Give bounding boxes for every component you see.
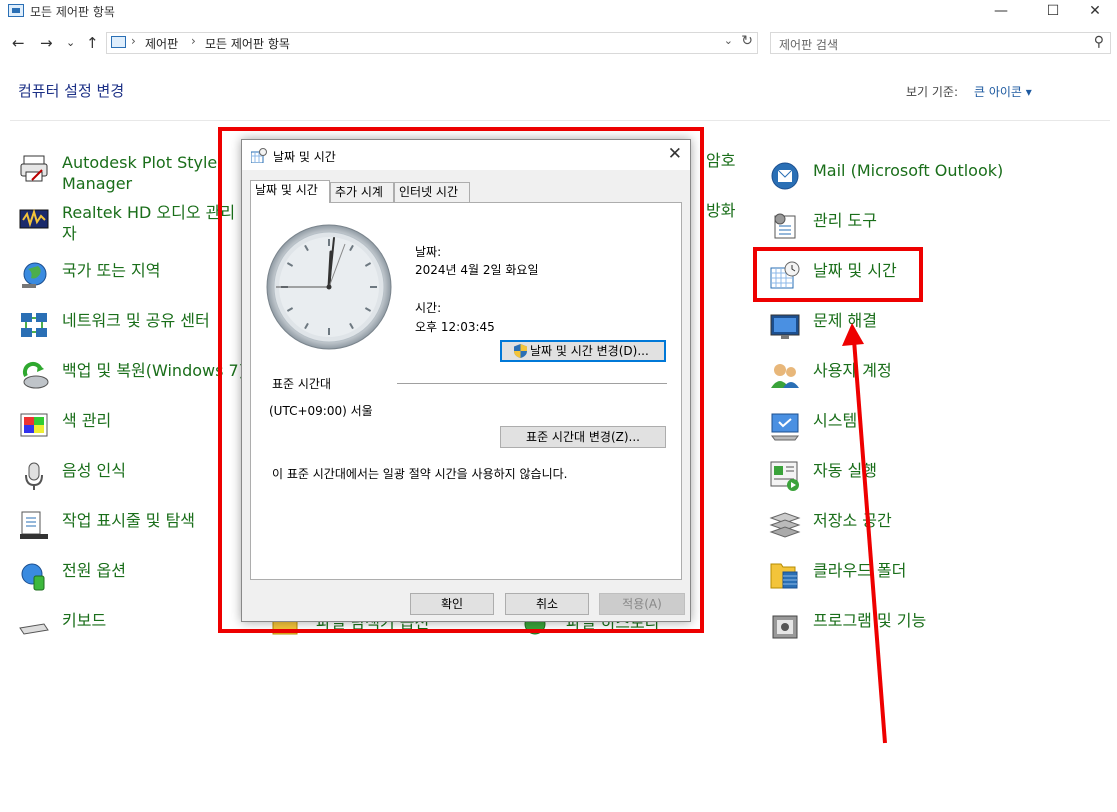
search-box[interactable]: 제어판 검색 ⚲ bbox=[770, 32, 1111, 54]
control-panel-icon bbox=[8, 4, 24, 17]
date-label: 날짜: bbox=[415, 245, 442, 259]
tab-additional-clocks[interactable]: 추가 시계 bbox=[330, 182, 394, 202]
up-button[interactable]: ↑ bbox=[86, 33, 99, 53]
item-label: Realtek HD 오디오 관리 bbox=[62, 203, 236, 222]
item-label: Mail (Microsoft Outlook) bbox=[813, 161, 1004, 180]
item-label: 암호 bbox=[706, 151, 736, 170]
ok-button[interactable]: 확인 bbox=[410, 593, 494, 615]
date-time-icon bbox=[251, 148, 267, 163]
search-input[interactable]: 제어판 검색 bbox=[779, 36, 838, 53]
uac-shield-icon bbox=[514, 344, 527, 358]
timezone-value: (UTC+09:00) 서울 bbox=[269, 404, 373, 418]
programs-icon bbox=[772, 615, 798, 639]
item-label: 관리 도구 bbox=[813, 211, 877, 230]
autoplay-icon bbox=[770, 461, 799, 491]
window-title: 모든 제어판 항목 bbox=[30, 5, 115, 19]
item-label: 전원 옵션 bbox=[62, 561, 126, 580]
date-time-dialog: 날짜 및 시간 ✕ 날짜 및 시간 추가 시계 인터넷 시간 날짜: 2024년… bbox=[241, 139, 691, 622]
cancel-button[interactable]: 취소 bbox=[505, 593, 589, 615]
divider bbox=[10, 120, 1110, 121]
item-label: 작업 표시줄 및 탐색 bbox=[62, 511, 196, 530]
time-label: 시간: bbox=[415, 301, 442, 315]
admin-tools-icon bbox=[774, 213, 796, 239]
back-button[interactable]: ← bbox=[12, 33, 25, 53]
troubleshooting-icon bbox=[770, 314, 800, 339]
breadcrumb-separator: › bbox=[131, 34, 136, 48]
printer-icon bbox=[20, 155, 48, 182]
keyboard-icon bbox=[19, 623, 49, 635]
item-label: 음성 인식 bbox=[62, 461, 126, 480]
breadcrumb-all-items[interactable]: 모든 제어판 항목 bbox=[205, 35, 290, 52]
minimize-button[interactable]: — bbox=[978, 0, 1024, 24]
item-label: 방화 bbox=[706, 201, 736, 220]
globe-icon bbox=[22, 262, 47, 288]
power-icon bbox=[21, 563, 45, 591]
dialog-title: 날짜 및 시간 bbox=[273, 150, 336, 164]
item-label: 키보드 bbox=[62, 611, 107, 630]
forward-button[interactable]: → bbox=[40, 33, 53, 53]
dialog-close-button[interactable]: ✕ bbox=[668, 144, 682, 164]
timezone-heading: 표준 시간대 bbox=[272, 377, 332, 391]
item-label: 국가 또는 지역 bbox=[62, 261, 161, 280]
item-label: Autodesk Plot Style bbox=[62, 153, 218, 172]
tab-date-time[interactable]: 날짜 및 시간 bbox=[250, 180, 330, 203]
change-date-time-button[interactable]: 날짜 및 시간 변경(D)... bbox=[500, 340, 666, 362]
storage-spaces-icon bbox=[769, 512, 801, 538]
tab-panel: 날짜: 2024년 4월 2일 화요일 시간: 오후 12:03:45 날짜 및… bbox=[250, 202, 682, 580]
tab-internet-time[interactable]: 인터넷 시간 bbox=[394, 182, 470, 202]
item-label: 네트워크 및 공유 센터 bbox=[62, 311, 210, 330]
system-icon bbox=[771, 413, 799, 441]
user-accounts-icon bbox=[771, 364, 799, 388]
breadcrumb-separator: › bbox=[191, 34, 196, 48]
breadcrumb-control-panel[interactable]: 제어판 bbox=[145, 35, 178, 52]
item-label: 색 관리 bbox=[62, 411, 112, 430]
maximize-button[interactable]: ☐ bbox=[1030, 0, 1076, 24]
red-arrow-annotation bbox=[842, 323, 887, 744]
item-label-line2: Manager bbox=[62, 174, 133, 193]
address-bar[interactable]: › 제어판 › 모든 제어판 항목 ⌄ ↻ bbox=[106, 32, 758, 54]
page-title: 컴퓨터 설정 변경 bbox=[18, 82, 125, 100]
view-by-dropdown[interactable]: 큰 아이콘 ▾ bbox=[974, 83, 1032, 100]
color-management-icon bbox=[20, 413, 48, 437]
analog-clock bbox=[266, 224, 392, 350]
title-bar: 모든 제어판 항목 — ☐ ✕ bbox=[0, 0, 1117, 24]
dialog-title-bar: 날짜 및 시간 ✕ bbox=[242, 140, 690, 170]
audio-manager-icon bbox=[19, 208, 49, 229]
item-label-line2: 자 bbox=[62, 224, 77, 243]
close-button[interactable]: ✕ bbox=[1072, 0, 1117, 24]
cloud-folder-icon bbox=[770, 563, 798, 589]
recent-locations-button[interactable]: ⌄ bbox=[66, 33, 75, 53]
backup-icon bbox=[22, 361, 49, 389]
refresh-icon[interactable]: ↻ bbox=[741, 33, 753, 49]
control-panel-icon bbox=[111, 36, 126, 48]
date-time-item-highlight-box bbox=[753, 247, 923, 302]
microphone-icon bbox=[25, 462, 43, 490]
apply-button[interactable]: 적용(A) bbox=[599, 593, 685, 615]
view-by-label: 보기 기준: bbox=[906, 85, 959, 99]
mail-icon bbox=[771, 162, 799, 190]
taskbar-icon bbox=[20, 511, 48, 539]
search-icon[interactable]: ⚲ bbox=[1094, 34, 1104, 50]
date-value: 2024년 4월 2일 화요일 bbox=[415, 263, 539, 277]
change-timezone-button[interactable]: 표준 시간대 변경(Z)... bbox=[500, 426, 666, 448]
network-icon bbox=[21, 313, 47, 337]
time-value: 오후 12:03:45 bbox=[415, 320, 495, 334]
timezone-divider bbox=[397, 383, 667, 384]
address-dropdown-icon[interactable]: ⌄ bbox=[724, 34, 733, 47]
dst-note: 이 표준 시간대에서는 일광 절약 시간을 사용하지 않습니다. bbox=[272, 467, 568, 481]
change-date-time-label: 날짜 및 시간 변경(D)... bbox=[530, 344, 649, 358]
